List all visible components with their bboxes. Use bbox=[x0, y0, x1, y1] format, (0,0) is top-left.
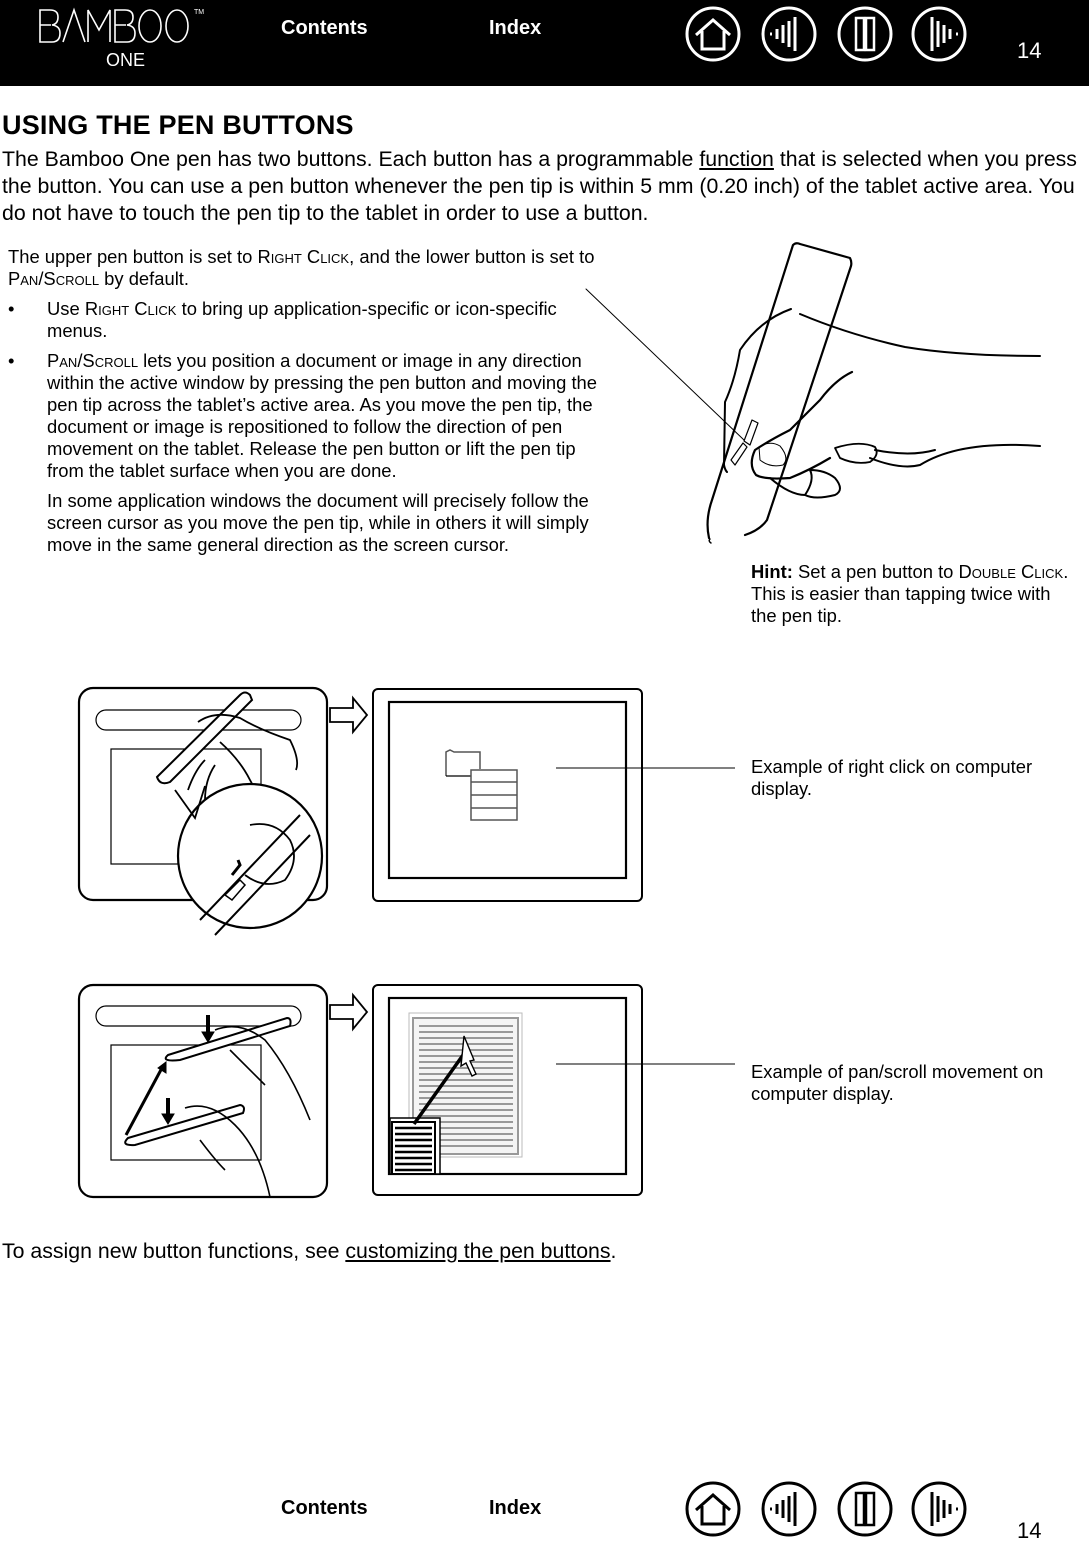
press-arrow bbox=[230, 859, 242, 876]
intro-paragraph: The Bamboo One pen has two buttons. Each… bbox=[2, 146, 1088, 227]
closing-period: . bbox=[610, 1239, 617, 1263]
upper-pen-button bbox=[743, 419, 759, 446]
right-click-term: Right Click bbox=[257, 246, 350, 267]
thumb bbox=[750, 370, 854, 480]
magnified-pen-button bbox=[223, 878, 247, 902]
fingers bbox=[769, 469, 841, 499]
right-click-term: Right Click bbox=[84, 298, 177, 319]
monitor-right-click-illustration bbox=[372, 688, 735, 902]
book-icon[interactable] bbox=[836, 5, 894, 63]
default-text: by default. bbox=[99, 268, 190, 289]
page-number: 14 bbox=[1017, 1518, 1042, 1541]
document-preview-corner bbox=[389, 1117, 441, 1175]
tablet-outline bbox=[77, 686, 329, 902]
intro-text-before: The Bamboo One pen has two buttons. Each… bbox=[2, 147, 700, 171]
finger-back bbox=[723, 308, 792, 473]
tablet-outline bbox=[77, 983, 329, 1199]
finger-tip bbox=[834, 442, 878, 464]
previous-page-icon[interactable] bbox=[760, 1480, 818, 1538]
closing-text: To assign new button functions, see bbox=[2, 1239, 346, 1263]
pan-scroll-caption: Example of pan/scroll movement on comput… bbox=[751, 1061, 1044, 1104]
pan-scroll-term: Pan/Scroll bbox=[47, 350, 139, 371]
double-click-term: Double Click bbox=[958, 561, 1064, 582]
thumbnail bbox=[758, 442, 787, 467]
magnifier-circle bbox=[176, 782, 324, 930]
monitor-outline bbox=[372, 688, 643, 902]
monitor-outline bbox=[372, 984, 643, 1196]
callout-leader-line bbox=[585, 288, 745, 441]
index-link[interactable]: Index bbox=[489, 17, 541, 40]
pen-button-description: The upper pen button is set to Right Cli… bbox=[8, 246, 600, 564]
hint-label: Hint: bbox=[751, 561, 793, 582]
next-page-icon[interactable] bbox=[910, 1480, 968, 1538]
bullet-right-click: • Use Right Click to bring up applicatio… bbox=[8, 298, 600, 342]
lower-pen-button bbox=[730, 442, 748, 466]
tablet-active-area bbox=[110, 1044, 262, 1161]
default-text: The upper pen button is set to bbox=[8, 246, 258, 267]
section-title: USING THE PEN BUTTONS bbox=[2, 110, 354, 140]
context-menu bbox=[470, 769, 518, 821]
book-icon[interactable] bbox=[836, 1480, 894, 1538]
hand-lower-edge bbox=[869, 443, 1041, 468]
cursor-arrow-icon bbox=[460, 1035, 477, 1077]
default-settings-paragraph: The upper pen button is set to Right Cli… bbox=[8, 246, 600, 290]
index-link[interactable]: Index bbox=[489, 1497, 541, 1520]
tablet-active-area bbox=[110, 748, 262, 865]
pan-scroll-term: Pan/Scroll bbox=[8, 268, 100, 289]
customizing-pen-buttons-link[interactable]: customizing the pen buttons bbox=[345, 1239, 610, 1263]
logo-sub-text: ONE bbox=[106, 50, 145, 70]
trademark-symbol: TM bbox=[194, 9, 204, 16]
home-icon[interactable] bbox=[684, 1480, 742, 1538]
home-icon[interactable] bbox=[684, 5, 742, 63]
pen-hand-illustration bbox=[585, 242, 1041, 544]
contents-link[interactable]: Contents bbox=[281, 17, 368, 40]
previous-page-icon[interactable] bbox=[760, 5, 818, 63]
bullet-text: Use bbox=[47, 298, 85, 319]
closing-paragraph: To assign new button functions, see cust… bbox=[2, 1239, 616, 1264]
direction-arrow bbox=[329, 695, 369, 735]
monitor-screen bbox=[387, 996, 628, 1176]
bullet-marker: • bbox=[8, 298, 15, 319]
default-text: , and the lower button is set to bbox=[349, 246, 595, 267]
hint-box: Hint: Set a pen button to Double Click. … bbox=[751, 561, 1081, 627]
hint-text: Set a pen button to bbox=[792, 561, 959, 582]
header-bar: TM ONE Contents Index 14 bbox=[0, 0, 1089, 86]
bullet-marker: • bbox=[8, 350, 15, 371]
tablet-strip bbox=[95, 709, 302, 731]
pan-scroll-note: In some application windows the document… bbox=[47, 490, 589, 555]
hand-upper-edge bbox=[799, 313, 1041, 357]
contents-link[interactable]: Contents bbox=[281, 1497, 368, 1520]
pen-body bbox=[706, 242, 853, 540]
monitor-pan-scroll-illustration bbox=[372, 984, 735, 1196]
tablet-pan-scroll-illustration bbox=[77, 983, 369, 1199]
direction-arrow bbox=[329, 992, 369, 1032]
function-link[interactable]: function bbox=[699, 147, 774, 171]
page-number: 14 bbox=[1017, 38, 1042, 63]
next-page-icon[interactable] bbox=[910, 5, 968, 63]
right-click-caption: Example of right click on computer displ… bbox=[751, 756, 1033, 799]
tablet-strip bbox=[95, 1005, 302, 1027]
bullet-pan-scroll: • Pan/Scroll lets you position a documen… bbox=[8, 350, 600, 482]
movement-arrow bbox=[412, 1046, 470, 1126]
bamboo-one-logo: TM ONE bbox=[39, 7, 204, 70]
document-page bbox=[408, 1012, 523, 1158]
monitor-screen bbox=[387, 700, 628, 880]
tablet-right-click-illustration bbox=[77, 686, 369, 936]
folder-icon bbox=[445, 749, 481, 776]
movement-arrow bbox=[124, 1065, 165, 1136]
